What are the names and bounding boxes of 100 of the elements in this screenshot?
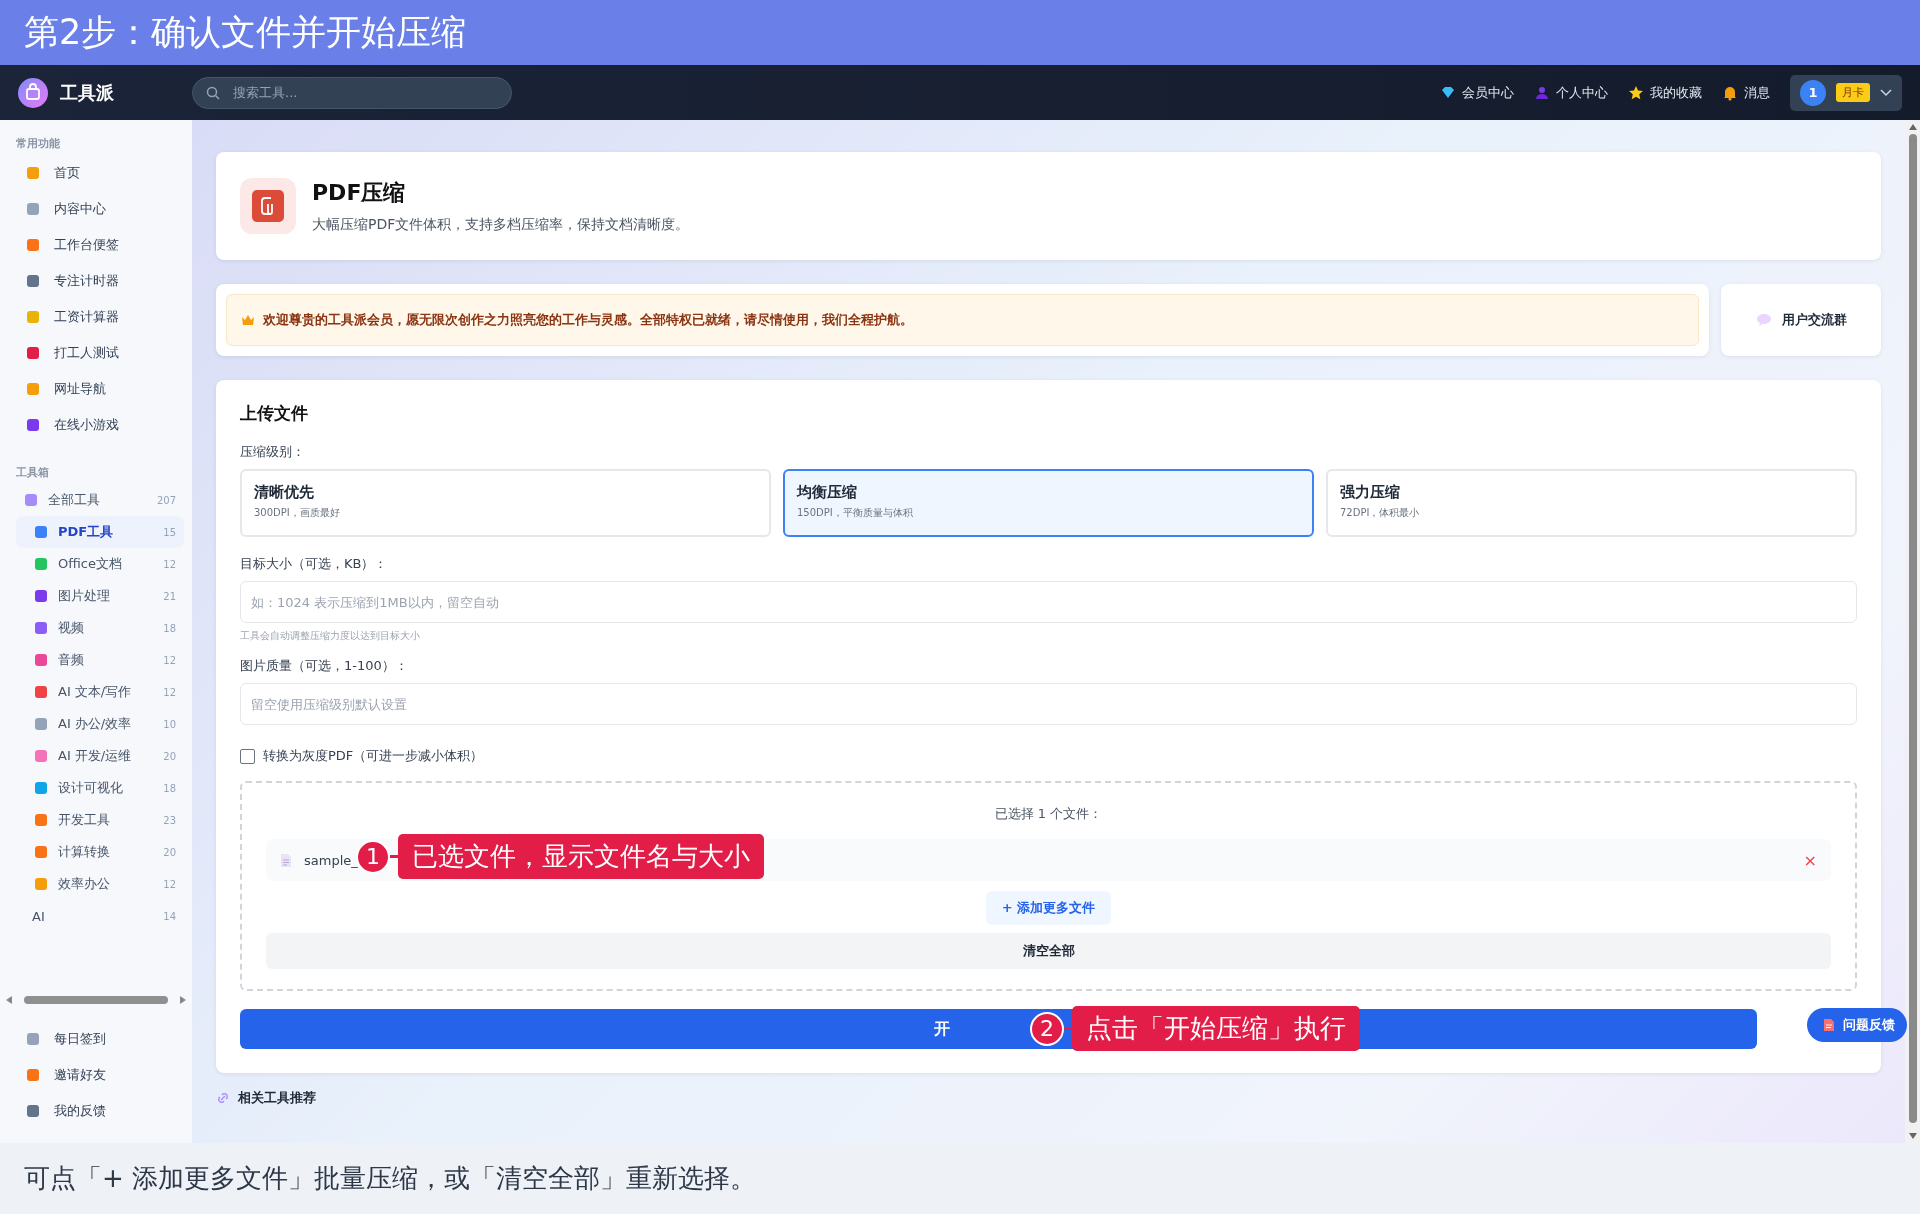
- square-icon: [34, 749, 48, 763]
- square-icon: [34, 845, 48, 859]
- clear-all-button[interactable]: 清空全部: [266, 933, 1831, 969]
- square-icon: [34, 877, 48, 891]
- scrollbar-thumb[interactable]: [1908, 134, 1917, 1123]
- sidebar-item[interactable]: 每日签到: [0, 1021, 192, 1057]
- scrollbar-thumb[interactable]: [24, 996, 168, 1004]
- sidebar-item[interactable]: 音频 12: [16, 644, 184, 676]
- sidebar-item[interactable]: 开发工具 23: [16, 804, 184, 836]
- item-count: 12: [163, 878, 176, 890]
- section-title: 工具箱: [15, 465, 50, 481]
- square-icon: [34, 589, 48, 603]
- square-icon: [26, 382, 40, 396]
- sidebar-item[interactable]: 网址导航: [0, 371, 192, 407]
- sidebar-item[interactable]: AI 开发/运维 20: [16, 740, 184, 772]
- field-label: 目标大小（可选，KB）：: [240, 555, 389, 573]
- sidebar-item[interactable]: 视频 18: [16, 612, 184, 644]
- sidebar-item[interactable]: PDF工具 15: [16, 516, 184, 548]
- square-icon: [34, 525, 48, 539]
- square-icon: [26, 1104, 40, 1118]
- square-icon: [26, 310, 40, 324]
- square-icon: [34, 621, 48, 635]
- checkbox[interactable]: [240, 748, 255, 764]
- section-title: 相关工具推荐: [238, 1089, 316, 1107]
- field-label: 图片质量（可选，1-100）：: [240, 657, 409, 675]
- sidebar-item[interactable]: 全部工具 207: [16, 484, 184, 516]
- item-count: 20: [163, 750, 176, 762]
- file-count: 已选择 1 个文件：: [993, 805, 1104, 823]
- crown-icon: [241, 314, 255, 326]
- scroll-up-icon: [1908, 124, 1917, 130]
- document-icon: [1823, 1018, 1835, 1032]
- square-icon: [34, 781, 48, 795]
- sidebar-item[interactable]: 我的反馈: [0, 1093, 192, 1129]
- square-icon: [34, 717, 48, 731]
- item-count: 21: [163, 590, 176, 602]
- sidebar-item[interactable]: Office文档 12: [16, 548, 184, 580]
- field-hint: 工具会自动调整压缩力度以达到目标大小: [240, 629, 421, 643]
- square-icon: [34, 685, 48, 699]
- sidebar-item[interactable]: AI 14: [16, 900, 184, 932]
- sidebar-item[interactable]: 设计可视化 18: [16, 772, 184, 804]
- nav-link[interactable]: 会员中心: [1440, 83, 1514, 102]
- logo-text[interactable]: 工具派: [60, 80, 114, 105]
- nav-link[interactable]: 我的收藏: [1628, 83, 1702, 102]
- notice-text: 欢迎尊贵的工具派会员，愿无限次创作之力照亮您的工作与灵感。全部特权已就绪，请尽情使用，我们全程护航。: [263, 311, 913, 329]
- remove-button[interactable]: ×: [1803, 850, 1817, 870]
- checkbox-label[interactable]: 转换为灰度PDF（可进一步减小体积）: [263, 747, 484, 765]
- item-count: 14: [163, 910, 176, 922]
- item-count: 18: [163, 622, 176, 634]
- pdf-tool-icon: [240, 178, 296, 234]
- sidebar-item[interactable]: 工作台便签: [0, 227, 192, 263]
- sidebar-item[interactable]: 打工人测试: [0, 335, 192, 371]
- square-icon: [26, 238, 40, 252]
- sidebar-item[interactable]: 专注计时器: [0, 263, 192, 299]
- link-icon: [216, 1091, 230, 1105]
- user-menu[interactable]: 1 月卡: [1790, 74, 1902, 111]
- input-field[interactable]: 如：1024 表示压缩到1MB以内，留空自动: [240, 581, 1857, 623]
- tool-description: 大幅压缩PDF文件体积，支持多档压缩率，保持文档清晰度。: [312, 216, 690, 234]
- sidebar-item[interactable]: 图片处理 21: [16, 580, 184, 612]
- sidebar-item[interactable]: AI 文本/写作 12: [16, 676, 184, 708]
- item-count: 12: [163, 558, 176, 570]
- compression-option[interactable]: 强力压缩 72DPI，体积最小: [1326, 469, 1857, 537]
- sidebar-item[interactable]: 首页: [0, 155, 192, 191]
- square-icon: [24, 493, 38, 507]
- item-count: 18: [163, 782, 176, 794]
- callout-tooltip: 点击「开始压缩」执行: [1072, 1006, 1360, 1051]
- square-icon: [26, 1032, 40, 1046]
- square-icon: [34, 813, 48, 827]
- item-count: 12: [163, 686, 176, 698]
- nav-link[interactable]: 个人中心: [1534, 83, 1608, 102]
- square-icon: [26, 1068, 40, 1082]
- membership-badge: 月卡: [1836, 83, 1870, 102]
- compression-option[interactable]: 清晰优先 300DPI，画质最好: [240, 469, 771, 537]
- section-title: 上传文件: [240, 402, 309, 425]
- sidebar-item[interactable]: AI 办公/效率 10: [16, 708, 184, 740]
- section-title: 常用功能: [15, 136, 61, 152]
- compression-option[interactable]: 均衡压缩 150DPI，平衡质量与体积: [783, 469, 1314, 537]
- bell-icon: [1722, 84, 1738, 101]
- sidebar-item[interactable]: 计算转换 20: [16, 836, 184, 868]
- add-files-button[interactable]: + 添加更多文件: [985, 891, 1112, 925]
- square-icon: [26, 166, 40, 180]
- scroll-down-icon: [1908, 1133, 1917, 1139]
- sidebar-item[interactable]: 邀请好友: [0, 1057, 192, 1093]
- feedback-button[interactable]: 问题反馈: [1807, 1008, 1907, 1042]
- item-count: 15: [163, 526, 176, 538]
- sidebar-item[interactable]: 内容中心: [0, 191, 192, 227]
- search-icon: [206, 85, 220, 100]
- item-count: 20: [163, 846, 176, 858]
- square-icon: [34, 653, 48, 667]
- avatar[interactable]: 1: [1800, 79, 1826, 106]
- sidebar-item[interactable]: 工资计算器: [0, 299, 192, 335]
- person-icon: [1534, 84, 1550, 101]
- star-icon: [1628, 84, 1644, 101]
- vertical-scrollbar[interactable]: [1905, 120, 1920, 1143]
- input-field[interactable]: 留空使用压缩级别默认设置: [240, 683, 1857, 725]
- user-group-button[interactable]: 用户交流群: [1721, 284, 1881, 356]
- nav-link[interactable]: 消息: [1722, 83, 1770, 102]
- search-field[interactable]: 搜索工具...: [192, 76, 512, 109]
- item-count: 23: [163, 814, 176, 826]
- sidebar-item[interactable]: 效率办公 12: [16, 868, 184, 900]
- sidebar-item[interactable]: 在线小游戏: [0, 407, 192, 443]
